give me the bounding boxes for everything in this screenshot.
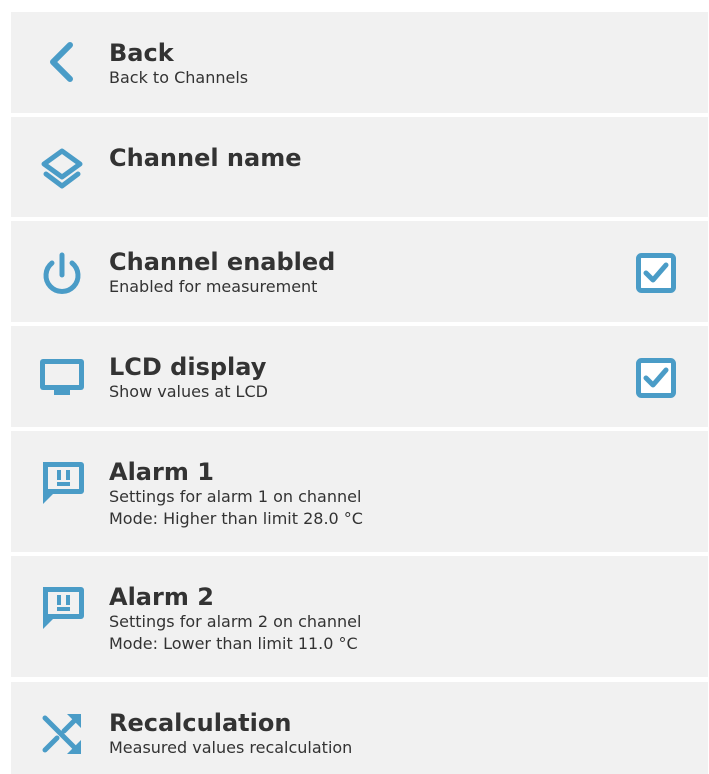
item-title: LCD display	[109, 353, 267, 381]
item-description: Enabled for measurement	[109, 277, 318, 296]
item-title: Alarm 2	[109, 583, 214, 611]
recalculation-item[interactable]: Recalculation Measured values recalculat…	[11, 682, 708, 774]
channel-enabled-item[interactable]: Channel enabled Enabled for measurement	[11, 221, 708, 322]
alarm-1-item[interactable]: Alarm 1 Settings for alarm 1 on channel …	[11, 431, 708, 552]
alarm-mode: Mode: Lower than limit 11.0 °C	[109, 634, 358, 653]
checkbox-checked-icon	[636, 358, 676, 398]
checkbox-checked-icon	[636, 253, 676, 293]
item-title: Recalculation	[109, 709, 292, 737]
item-title: Channel name	[109, 144, 302, 172]
alert-message-icon	[37, 458, 87, 508]
power-icon	[37, 249, 87, 299]
item-description: Settings for alarm 2 on channel	[109, 612, 362, 631]
alarm-2-item[interactable]: Alarm 2 Settings for alarm 2 on channel …	[11, 556, 708, 677]
item-description: Measured values recalculation	[109, 738, 353, 757]
channel-settings-list: Back Back to Channels Channel name Chann…	[0, 0, 709, 774]
back-item[interactable]: Back Back to Channels	[11, 12, 708, 113]
alert-message-icon	[37, 583, 87, 633]
item-title: Alarm 1	[109, 458, 214, 486]
lcd-display-checkbox[interactable]	[636, 358, 676, 398]
item-description: Settings for alarm 1 on channel	[109, 487, 362, 506]
item-description: Show values at LCD	[109, 382, 268, 401]
channel-name-item[interactable]: Channel name	[11, 117, 708, 217]
shuffle-icon	[37, 710, 87, 760]
channel-enabled-checkbox[interactable]	[636, 253, 676, 293]
item-title: Back	[109, 39, 174, 67]
chevron-left-icon	[37, 37, 87, 87]
alarm-mode: Mode: Higher than limit 28.0 °C	[109, 509, 363, 528]
item-description: Back to Channels	[109, 68, 249, 87]
lcd-display-item[interactable]: LCD display Show values at LCD	[11, 326, 708, 427]
monitor-icon	[37, 352, 87, 402]
item-title: Channel enabled	[109, 248, 336, 276]
layers-icon	[37, 144, 87, 194]
